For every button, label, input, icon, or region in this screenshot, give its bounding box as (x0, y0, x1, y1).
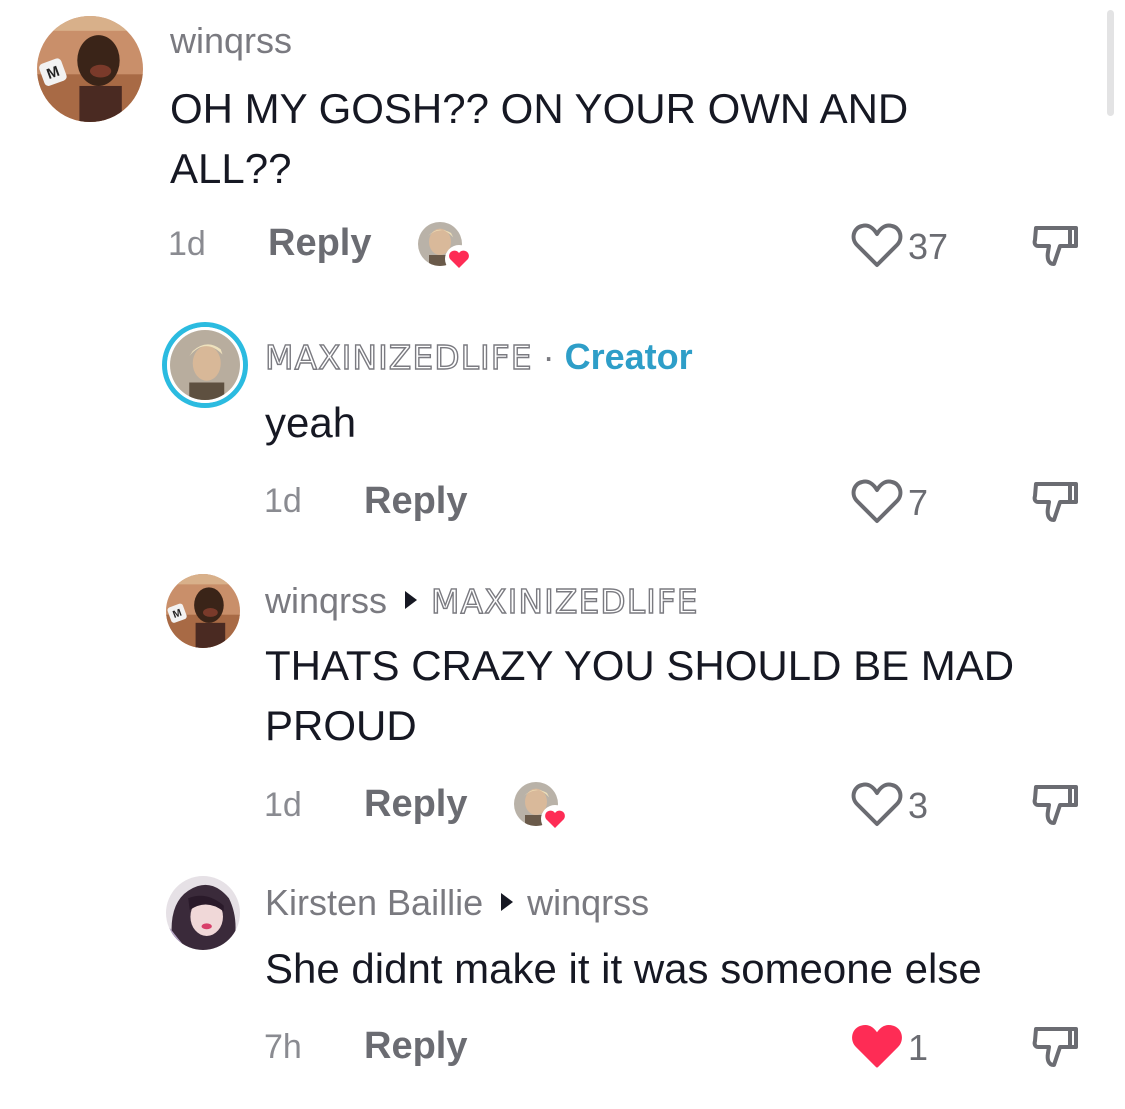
heart-outline-icon[interactable] (850, 779, 904, 829)
comment-time: 7h (264, 1028, 302, 1066)
comment-time: 1d (264, 482, 302, 520)
creator-avatar[interactable] (162, 322, 248, 408)
thumbs-down-icon[interactable] (1030, 779, 1080, 829)
comment-username[interactable]: Kirsten Baillie (265, 882, 483, 923)
heart-outline-icon[interactable] (850, 476, 904, 526)
thumbs-down-icon[interactable] (1030, 220, 1080, 270)
reply-to-username[interactable]: MAXINIZEDLIFE (430, 581, 699, 621)
triangle-right-icon (501, 893, 514, 911)
comment-username[interactable]: MAXINIZEDLIFE (264, 337, 533, 377)
heart-badge-icon (445, 245, 473, 273)
scrollbar[interactable] (1107, 10, 1114, 116)
heart-badge-icon (541, 805, 569, 833)
comment-username-line: Kirsten Baillie winqrss (265, 882, 649, 924)
reply-to-username[interactable]: winqrss (527, 882, 649, 923)
heart-filled-icon[interactable] (850, 1021, 904, 1071)
creator-liked-indicator (418, 222, 473, 273)
avatar-image: M (166, 574, 240, 648)
like-count: 1 (908, 1027, 929, 1068)
comment-text-line: THATS CRAZY YOU SHOULD BE MAD (265, 642, 1015, 689)
triangle-right-icon (405, 591, 418, 609)
thumbs-down-icon[interactable] (1030, 476, 1080, 526)
comment-text: THATS CRAZY YOU SHOULD BE MAD PROUD (265, 636, 1014, 756)
comment-text-line: OH MY GOSH?? ON YOUR OWN AND (170, 85, 909, 132)
like-count: 3 (908, 785, 929, 826)
comment-username-line: winqrss MAXINIZEDLIFE (265, 580, 699, 622)
thumbs-down-icon[interactable] (1030, 1021, 1080, 1071)
avatar[interactable]: M (37, 16, 143, 122)
creator-liked-indicator (514, 782, 569, 833)
reply-button[interactable]: Reply (364, 783, 467, 826)
avatar[interactable]: M (166, 574, 240, 648)
comment-text: OH MY GOSH?? ON YOUR OWN AND ALL?? (170, 79, 908, 199)
reply-button[interactable]: Reply (364, 1025, 467, 1068)
avatar[interactable] (166, 876, 240, 950)
like-count: 37 (908, 226, 949, 267)
comment-time: 1d (264, 786, 302, 824)
comment-time: 1d (168, 225, 206, 263)
reply-button[interactable]: Reply (364, 480, 467, 523)
avatar-image (166, 876, 240, 950)
separator-dot: · (542, 336, 555, 377)
like-count: 7 (908, 482, 929, 523)
comment-username[interactable]: winqrss (265, 580, 387, 621)
comment-username[interactable]: winqrss (170, 20, 292, 62)
comment-text: yeah (265, 399, 357, 446)
comment-text: She didnt make it it was someone else (265, 945, 982, 992)
comment-text-line: ALL?? (170, 145, 292, 192)
comment-text-line: PROUD (265, 702, 417, 749)
heart-outline-icon[interactable] (850, 220, 904, 270)
comment-username-line: MAXINIZEDLIFE · Creator (264, 336, 693, 378)
avatar-image (167, 327, 243, 403)
avatar-image: M (37, 16, 143, 122)
reply-button[interactable]: Reply (268, 222, 371, 265)
creator-badge: Creator (564, 336, 693, 377)
